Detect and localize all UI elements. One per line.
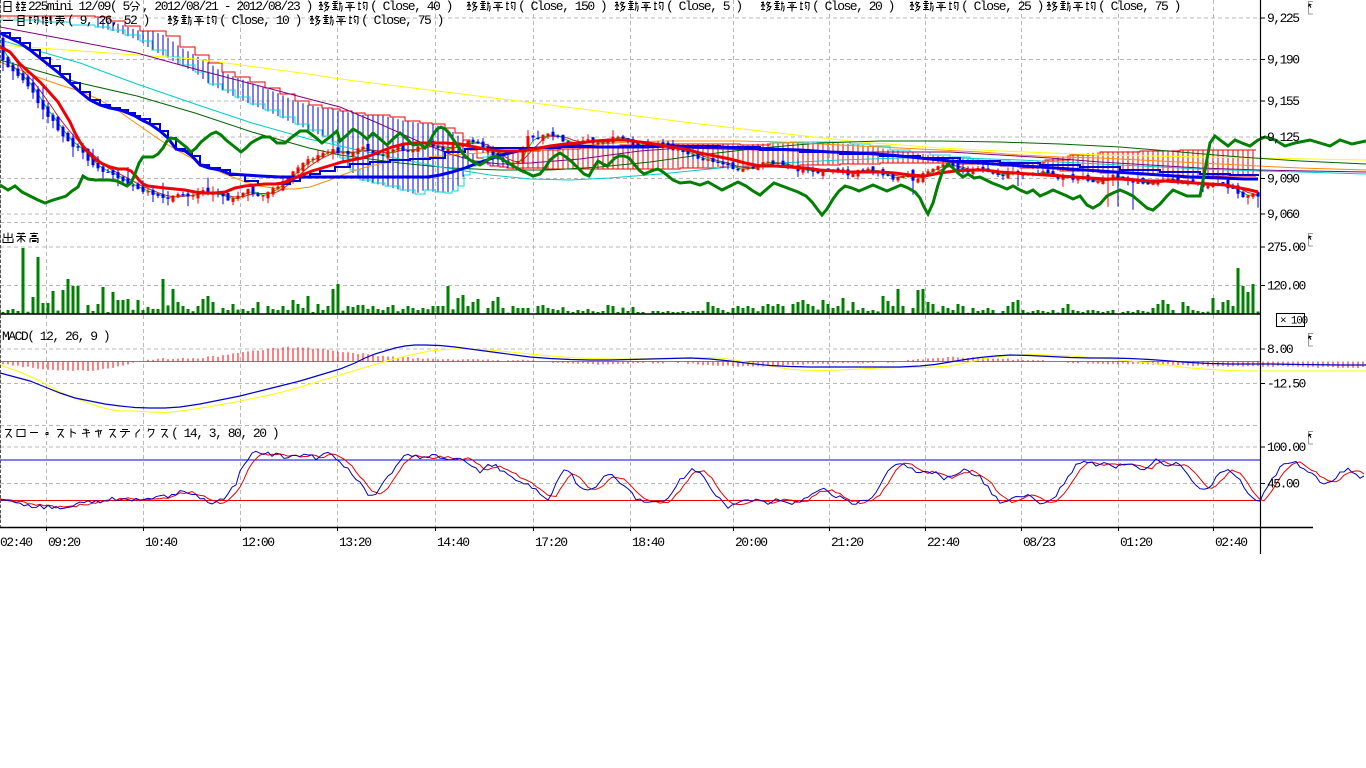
- svg-text:-12.50: -12.50: [1267, 377, 1306, 392]
- svg-text:02:40: 02:40: [1215, 535, 1247, 550]
- svg-text:01:20: 01:20: [1120, 535, 1152, 550]
- svg-text:120.00: 120.00: [1267, 279, 1306, 294]
- svg-text:13:20: 13:20: [339, 535, 371, 550]
- svg-text:( 14, 3, 80, 20 ): ( 14, 3, 80, 20 ): [171, 426, 278, 441]
- svg-text:12:00: 12:00: [242, 535, 274, 550]
- svg-text:9,225: 9,225: [1267, 11, 1299, 26]
- svg-text:21:20: 21:20: [831, 535, 863, 550]
- svg-text:18:40: 18:40: [632, 535, 664, 550]
- svg-text:( Close, 75 ): ( Close, 75 ): [361, 13, 443, 28]
- svg-text:9,155: 9,155: [1267, 94, 1299, 109]
- svg-text:17:20: 17:20: [535, 535, 567, 550]
- svg-text:( Close, 75 ): ( Close, 75 ): [1098, 0, 1180, 14]
- svg-text:9,060: 9,060: [1267, 207, 1299, 222]
- svg-text:× 100: × 100: [1280, 316, 1308, 328]
- svg-text:( Close, 25 ): ( Close, 25 ): [961, 0, 1043, 14]
- svg-text:8.00: 8.00: [1267, 342, 1293, 357]
- svg-text:, 2012/08/21 - 2012/08/23 ): , 2012/08/21 - 2012/08/23 ): [142, 0, 312, 14]
- svg-text:( 9, 26, 52 ): ( 9, 26, 52 ): [67, 13, 149, 28]
- svg-text:( Close, 20 ): ( Close, 20 ): [812, 0, 894, 14]
- svg-text:20:00: 20:00: [735, 535, 767, 550]
- svg-text:45.00: 45.00: [1267, 477, 1299, 492]
- svg-text:9,190: 9,190: [1267, 53, 1299, 68]
- svg-text:14:40: 14:40: [437, 535, 469, 550]
- svg-text:10:40: 10:40: [145, 535, 177, 550]
- svg-text:22:40: 22:40: [927, 535, 959, 550]
- svg-text:225mini 12/09( 5: 225mini 12/09( 5: [28, 0, 130, 14]
- svg-text:( Close, 10 ): ( Close, 10 ): [219, 13, 301, 28]
- svg-text:08/23: 08/23: [1023, 535, 1055, 550]
- svg-text:02:40: 02:40: [0, 535, 32, 550]
- svg-text:( Close, 40 ): ( Close, 40 ): [370, 0, 452, 14]
- svg-text:( Close, 150 ): ( Close, 150 ): [518, 0, 606, 14]
- svg-text:9,090: 9,090: [1267, 172, 1299, 187]
- svg-text:275.00: 275.00: [1267, 240, 1306, 255]
- svg-text:9,125: 9,125: [1267, 130, 1299, 145]
- svg-text:09:20: 09:20: [48, 535, 80, 550]
- svg-text:100.00: 100.00: [1267, 440, 1306, 455]
- svg-text:MACD( 12, 26, 9 ): MACD( 12, 26, 9 ): [2, 329, 109, 344]
- svg-text:( Close, 5 ): ( Close, 5 ): [666, 0, 742, 14]
